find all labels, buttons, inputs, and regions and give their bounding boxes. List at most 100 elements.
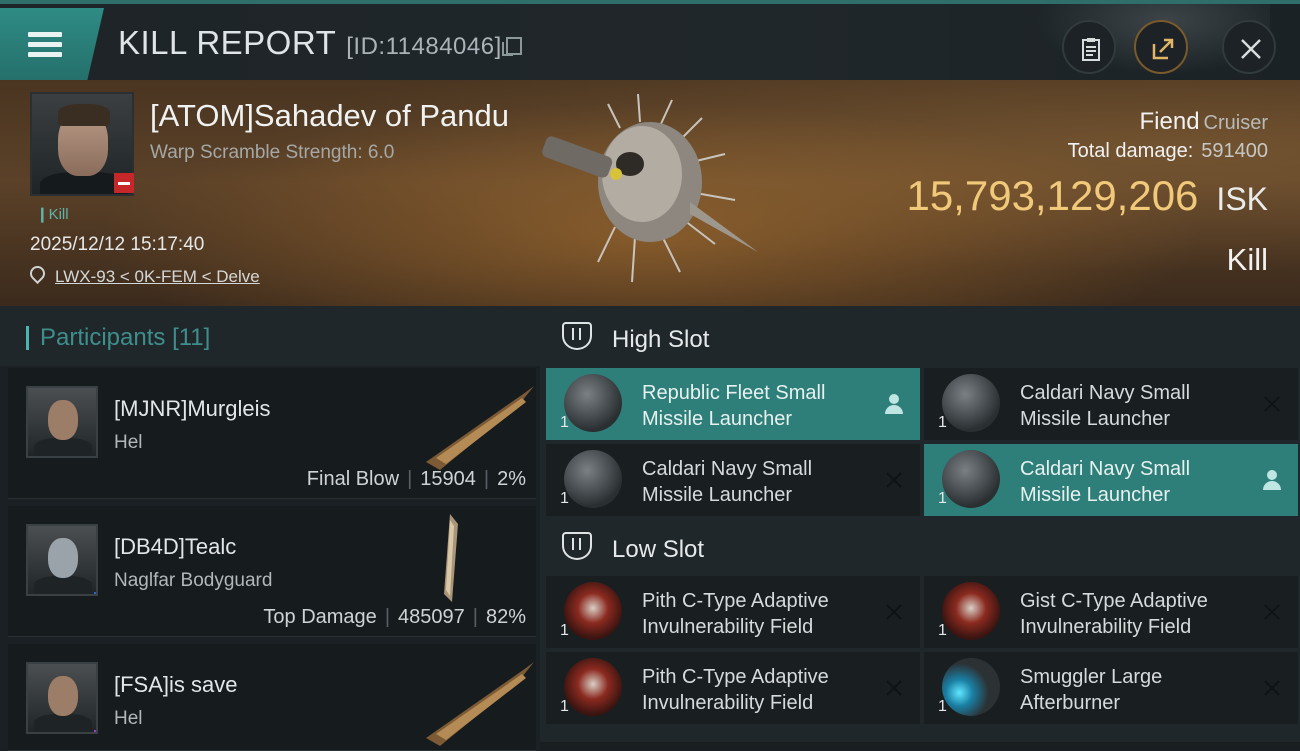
remove-icon[interactable] (882, 600, 906, 624)
participant-avatar[interactable]: + (26, 524, 98, 596)
avatar-face (48, 676, 78, 716)
kill-tag: ❙Kill (36, 206, 69, 223)
participant-avatar[interactable]: i (26, 662, 98, 734)
participant-damage: 15904 (420, 468, 476, 490)
module-item[interactable]: 1 Smuggler Large Afterburner (924, 652, 1298, 724)
missile-launcher-icon (564, 450, 622, 508)
kill-datetime: 2025/12/12 15:17:40 (30, 234, 205, 255)
menu-button[interactable] (0, 8, 104, 80)
fitting-panel: High Slot 1 Republic Fleet Small Missile… (540, 306, 1300, 750)
high-slot-icon (562, 322, 592, 350)
avatar-body (34, 576, 92, 594)
menu-icon-bar (28, 42, 62, 47)
isk-amount: 15,793,129,206 (906, 172, 1199, 219)
participant-damage-pct: 82% (485, 606, 526, 628)
module-quantity: 1 (938, 622, 947, 639)
avatar-body (34, 438, 92, 456)
participant-row[interactable]: + [DB4D]Tealc Naglfar Bodyguard Top Dama… (8, 506, 536, 637)
clipboard-button[interactable] (1062, 20, 1116, 74)
module-quantity: 1 (938, 490, 947, 507)
low-slot-header: Low Slot (540, 516, 1300, 578)
missile-launcher-icon (564, 374, 622, 432)
module-item[interactable]: 1 Pith C-Type Adaptive Invulnerability F… (546, 652, 920, 724)
header-bar: KILL REPORT [ID:11484046] (0, 0, 1300, 84)
participant-ship: Hel (114, 708, 143, 729)
participant-row[interactable]: [MJNR]Murgleis Hel Final Blow | 15904 | 2% (8, 368, 536, 499)
victim-name[interactable]: [ATOM]Sahadev of Pandu (150, 98, 509, 134)
person-icon[interactable] (1260, 468, 1284, 492)
module-item[interactable]: 1 Gist C-Type Adaptive Invulnerability F… (924, 576, 1298, 648)
stat-separator: | (407, 468, 413, 490)
module-item[interactable]: 1 Pith C-Type Adaptive Invulnerability F… (546, 576, 920, 648)
remove-icon[interactable] (882, 468, 906, 492)
high-slot-header: High Slot (540, 306, 1300, 368)
participant-ship-image (426, 386, 534, 470)
module-name: Smuggler Large Afterburner (1020, 666, 1163, 714)
remove-icon[interactable] (1260, 600, 1284, 624)
participant-role: Top Damage (263, 606, 377, 628)
module-item[interactable]: 1 Caldari Navy Small Missile Launcher (924, 444, 1298, 516)
participant-row[interactable]: i [FSA]is save Hel (8, 644, 536, 751)
low-slot-label: Low Slot (612, 536, 705, 563)
isk-value: 15,793,129,206 ISK (906, 172, 1268, 220)
module-quantity: 1 (938, 698, 947, 715)
location-pin-icon (26, 262, 49, 285)
menu-icon-bar (28, 52, 62, 57)
victim-ship-name: Fiend (1139, 108, 1200, 135)
module-item[interactable]: 1 Caldari Navy Small Missile Launcher (924, 368, 1298, 440)
module-quantity: 1 (560, 698, 569, 715)
participant-ship: Hel (114, 432, 143, 453)
avatar-hair (58, 104, 110, 126)
missile-launcher-icon (942, 374, 1000, 432)
kill-tag-label: Kill (48, 206, 69, 223)
participants-header: Participants [11] (0, 306, 540, 366)
victim-ship: Fiend Cruiser (1140, 108, 1269, 136)
participant-avatar[interactable] (26, 386, 98, 458)
remove-icon[interactable] (1260, 392, 1284, 416)
next-module-peek (540, 742, 1300, 750)
module-name: Caldari Navy Small Missile Launcher (1020, 458, 1191, 506)
total-damage-label: Total damage: (1067, 140, 1194, 162)
page-title: KILL REPORT [ID:11484046] (118, 24, 522, 62)
total-damage-value: 591400 (1201, 140, 1268, 162)
header-accent-bar (26, 326, 29, 350)
close-button[interactable] (1222, 20, 1276, 74)
participant-role: Final Blow (306, 468, 400, 490)
copy-icon[interactable] (501, 37, 522, 56)
remove-icon[interactable] (882, 676, 906, 700)
module-item[interactable]: 1 Caldari Navy Small Missile Launcher (546, 444, 920, 516)
share-icon (1152, 38, 1174, 60)
close-icon (1241, 39, 1261, 59)
participant-name: [DB4D]Tealc (114, 534, 237, 559)
module-name: Republic Fleet Small Missile Launcher (642, 382, 826, 430)
module-quantity: 1 (560, 622, 569, 639)
module-name: Caldari Navy Small Missile Launcher (1020, 382, 1191, 430)
location-link[interactable]: LWX-93 < 0K-FEM < Delve (55, 267, 260, 286)
module-name: Pith C-Type Adaptive Invulnerability Fie… (642, 590, 829, 638)
info-badge: i (94, 730, 96, 732)
remove-icon[interactable] (1260, 676, 1284, 700)
participant-ship: Naglfar Bodyguard (114, 570, 273, 591)
module-quantity: 1 (938, 414, 947, 431)
share-button[interactable] (1134, 20, 1188, 74)
high-slot-label: High Slot (612, 326, 710, 353)
missile-launcher-icon (942, 450, 1000, 508)
participant-stats: Top Damage | 485097 | 82% (263, 606, 526, 629)
participants-title: Participants [11] (40, 324, 210, 352)
invulnerability-field-icon (564, 582, 622, 640)
module-name: Caldari Navy Small Missile Launcher (642, 458, 813, 506)
module-item[interactable]: 1 Republic Fleet Small Missile Launcher (546, 368, 920, 440)
victim-banner: ❙Kill [ATOM]Sahadev of Pandu Warp Scramb… (0, 80, 1300, 306)
total-damage: Total damage: 591400 (1068, 140, 1268, 163)
participant-ship-image (426, 662, 534, 746)
title-text: KILL REPORT (118, 24, 337, 61)
victim-ship-class: Cruiser (1203, 112, 1268, 134)
module-quantity: 1 (560, 490, 569, 507)
participant-name: [FSA]is save (114, 672, 238, 697)
invulnerability-field-icon (564, 658, 622, 716)
menu-icon (28, 32, 62, 37)
participant-name: [MJNR]Murgleis (114, 396, 271, 421)
person-icon[interactable] (882, 392, 906, 416)
avatar-face (48, 538, 78, 578)
warp-scramble-strength: Warp Scramble Strength: 6.0 (150, 142, 395, 163)
